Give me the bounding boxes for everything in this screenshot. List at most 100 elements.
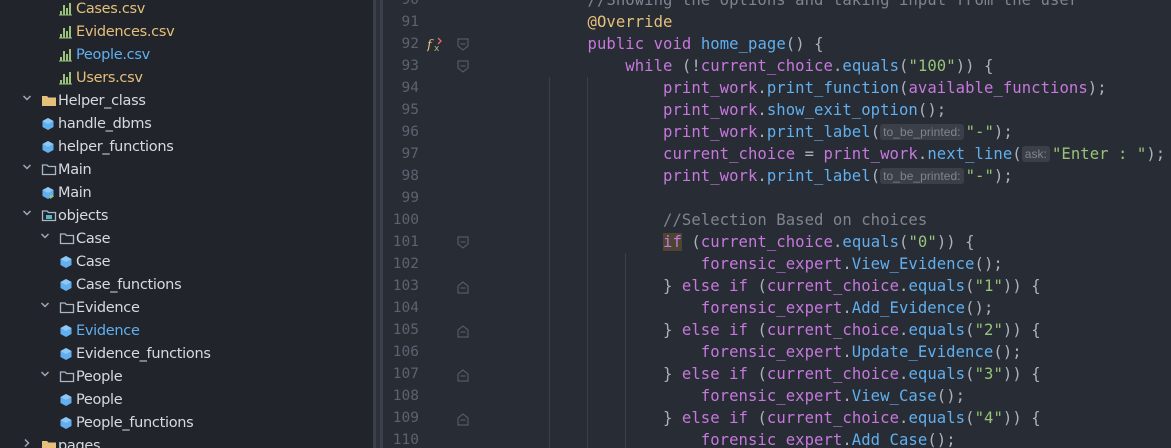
tree-item-label: Case_functions <box>76 277 182 293</box>
fold-start-icon[interactable] <box>457 235 469 249</box>
code-token: forensic_expert <box>700 431 843 448</box>
tree-item-evidence-functions[interactable]: Evidence_functions <box>0 343 373 366</box>
code-line[interactable]: forensic_expert.View_Evidence(); <box>512 253 1003 275</box>
line-number: 102 <box>392 256 419 272</box>
tree-item-label: Main <box>58 162 92 178</box>
tree-item-people-functions[interactable]: People_functions <box>0 412 373 435</box>
code-line[interactable]: forensic_expert.Update_Evidence(); <box>512 341 1022 363</box>
chevron-down-icon[interactable] <box>22 162 34 176</box>
code-token: Update_Evidence <box>851 343 994 361</box>
code-token: } <box>512 277 682 295</box>
code-line[interactable]: } else if (current_choice.equals("1")) { <box>512 275 1041 297</box>
tree-item-helper-class[interactable]: Helper_class <box>0 90 373 113</box>
chevron-right-icon[interactable] <box>22 438 34 448</box>
line-number: 98 <box>401 168 419 184</box>
tree-item-people[interactable]: People <box>0 366 373 389</box>
code-line[interactable]: current_choice = print_work.next_line(as… <box>512 143 1165 165</box>
code-token: )) { <box>936 233 975 251</box>
code-token: print_work <box>663 101 758 119</box>
code-token: ( <box>748 365 767 383</box>
tree-item-label: handle_dbms <box>58 116 152 132</box>
fold-end-icon[interactable] <box>457 411 469 426</box>
code-token: "4" <box>974 409 1003 427</box>
fold-end-icon[interactable] <box>457 323 469 338</box>
chevron-down-icon[interactable] <box>22 93 34 107</box>
chevron-down-icon[interactable] <box>22 208 34 222</box>
code-editor[interactable]: 90 91 92 93 94 95 96 97 98 99 100 101 102 103 104 105 10… <box>383 0 1171 448</box>
tree-item-label: Case <box>76 254 111 270</box>
package-folder-icon <box>41 439 57 448</box>
code-line[interactable]: } else if (current_choice.equals("4")) { <box>512 407 1041 429</box>
tree-item-handle-dbms[interactable]: handle_dbms <box>0 113 373 136</box>
folder-icon <box>59 301 75 315</box>
tree-item-evidence[interactable]: Evidence <box>0 320 373 343</box>
code-line[interactable]: forensic_expert.Add_Case(); <box>512 429 956 448</box>
code-token: forensic_expert <box>700 343 843 361</box>
code-token: if <box>729 277 748 295</box>
panel-splitter[interactable] <box>373 0 383 448</box>
tree-item-case-functions[interactable]: Case_functions <box>0 274 373 297</box>
code-line[interactable]: while (!current_choice.equals("100")) { <box>512 55 993 77</box>
code-token: ( <box>1012 145 1022 163</box>
code-token: equals <box>842 57 900 75</box>
code-token: . <box>757 123 767 141</box>
code-line[interactable]: //Showing the options and taking input f… <box>512 0 1079 11</box>
code-line[interactable]: //Selection Based on choices <box>512 209 927 231</box>
tree-item-objects[interactable]: objects <box>0 205 373 228</box>
csv-file-icon <box>59 71 75 85</box>
chevron-down-icon[interactable] <box>40 231 52 245</box>
code-line[interactable]: forensic_expert.Add_Evidence(); <box>512 297 994 319</box>
tree-item-pages[interactable]: pages <box>0 435 373 448</box>
line-number: 103 <box>392 278 419 294</box>
code-line[interactable]: print_work.show_exit_option(); <box>512 99 946 121</box>
tree-item-label: objects <box>58 208 109 224</box>
line-number: 99 <box>401 190 419 206</box>
code-token: @Override <box>587 13 673 31</box>
code-line[interactable]: } else if (current_choice.equals("2")) { <box>512 319 1041 341</box>
tree-item-case[interactable]: Case <box>0 251 373 274</box>
fold-start-icon[interactable] <box>457 59 469 73</box>
fold-end-icon[interactable] <box>457 279 469 294</box>
code-token: else <box>681 409 720 427</box>
code-line[interactable]: if (current_choice.equals("0")) { <box>512 231 975 253</box>
code-line[interactable]: forensic_expert.View_Case(); <box>512 385 965 407</box>
chevron-down-icon[interactable] <box>40 300 52 314</box>
tree-item-people-csv[interactable]: People.csv <box>0 44 373 67</box>
code-token: else <box>681 365 720 383</box>
code-token: public <box>587 35 645 53</box>
tree-item-main[interactable]: Main <box>0 159 373 182</box>
code-token: Add_Evidence <box>851 299 966 317</box>
fold-end-icon[interactable] <box>457 367 469 382</box>
line-number: 100 <box>392 212 419 228</box>
tree-item-evidence[interactable]: Evidence <box>0 297 373 320</box>
code-line[interactable]: } else if (current_choice.equals("3")) { <box>512 363 1041 385</box>
tree-item-evidences-csv[interactable]: Evidences.csv <box>0 21 373 44</box>
code-line[interactable]: @Override <box>512 11 673 33</box>
code-token: forensic_expert <box>700 299 843 317</box>
line-number: 105 <box>392 322 419 338</box>
override-method-icon[interactable]: fx <box>426 37 443 54</box>
tree-item-case[interactable]: Case <box>0 228 373 251</box>
tree-item-cases-csv[interactable]: Cases.csv <box>0 0 373 21</box>
fold-start-icon[interactable] <box>457 37 469 51</box>
tree-item-label: People_functions <box>76 415 194 431</box>
indent-guide <box>625 253 626 448</box>
java-class-icon <box>59 255 75 269</box>
code-token: ( <box>965 409 975 427</box>
tree-item-users-csv[interactable]: Users.csv <box>0 67 373 90</box>
java-class-icon <box>41 140 57 154</box>
code-token: (! <box>672 57 701 75</box>
chevron-down-icon[interactable] <box>40 369 52 383</box>
code-token: } <box>512 409 682 427</box>
folder-icon <box>59 370 75 384</box>
tree-item-helper-functions[interactable]: helper_functions <box>0 136 373 159</box>
tree-item-people[interactable]: People <box>0 389 373 412</box>
code-line[interactable]: public void home_page() { <box>512 33 824 55</box>
code-line[interactable]: print_work.print_function(available_func… <box>512 77 1107 99</box>
tree-item-main[interactable]: Main <box>0 182 373 205</box>
line-number: 101 <box>392 234 419 250</box>
